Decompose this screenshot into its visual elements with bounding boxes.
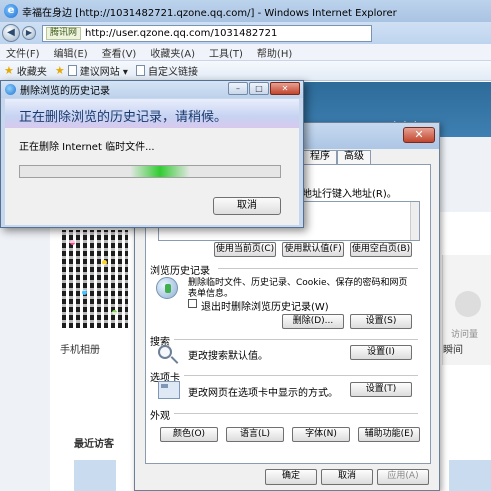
window-buttons: – □ ✕	[228, 82, 300, 95]
divider	[174, 413, 418, 414]
search-desc: 更改搜索默认值。	[188, 351, 268, 362]
qr-dot	[70, 240, 75, 245]
minimize-button[interactable]: –	[228, 82, 248, 95]
options-cancel-button[interactable]: 取消	[321, 469, 373, 485]
use-blank-button[interactable]: 使用空白页(B)	[350, 242, 412, 257]
search-settings-button[interactable]: 设置(I)	[350, 345, 412, 360]
visitor-avatar[interactable]	[74, 460, 116, 491]
qr-dot	[102, 260, 107, 265]
custom-links-link[interactable]: 自定义链接	[135, 63, 198, 78]
accessibility-button[interactable]: 辅助功能(E)	[358, 427, 420, 442]
recent-visitors-heading: 最近访客	[74, 439, 114, 450]
progress-dialog-title: 删除浏览的历史记录	[20, 86, 110, 97]
history-settings-button[interactable]: 设置(S)	[350, 314, 412, 329]
qr-code-image	[62, 230, 128, 328]
tabs-settings-button[interactable]: 设置(T)	[350, 382, 412, 397]
favorites-bar: ★ 收藏夹 ★ 建议网站 ▾ 自定义链接	[0, 61, 491, 81]
menu-bar: 文件(F) 编辑(E) 查看(V) 收藏夹(A) 工具(T) 帮助(H)	[0, 44, 491, 61]
page-icon	[135, 65, 145, 76]
qr-dot	[112, 310, 117, 315]
options-tabs: 程序 高级	[303, 150, 371, 164]
cancel-button[interactable]: 取消	[213, 197, 281, 215]
languages-button[interactable]: 语言(L)	[226, 427, 284, 442]
close-button[interactable]: ✕	[270, 82, 300, 95]
right-side-panel: 访问量 瞬间	[442, 255, 491, 365]
progress-marquee	[130, 166, 190, 177]
fonts-button[interactable]: 字体(N)	[292, 427, 350, 442]
ok-button[interactable]: 确定	[265, 469, 317, 485]
visitor-avatar[interactable]	[449, 460, 491, 491]
colors-button[interactable]: 颜色(O)	[160, 427, 218, 442]
window-title: 幸福在身边 [http://1031482721.qzone.qq.com/] …	[22, 7, 397, 19]
progress-heading-bar: 正在删除浏览的历史记录，请稍候。	[5, 99, 299, 128]
delete-history-progress-dialog: 删除浏览的历史记录 – □ ✕ 正在删除浏览的历史记录，请稍候。 正在删除 In…	[0, 80, 304, 228]
site-tag: 腾讯网	[46, 26, 82, 40]
history-globe-icon	[156, 277, 178, 299]
tabs-window-icon	[158, 381, 180, 399]
mobile-album-link[interactable]: 手机相册	[60, 341, 100, 356]
delete-on-exit-checkbox[interactable]	[188, 299, 197, 308]
back-button[interactable]: ◀	[2, 24, 20, 42]
progress-heading: 正在删除浏览的历史记录，请稍候。	[19, 110, 228, 125]
star-icon: ★	[4, 64, 14, 77]
menu-help[interactable]: 帮助(H)	[257, 45, 292, 60]
divider	[174, 339, 418, 340]
tabs-desc: 更改网页在选项卡中显示的方式。	[188, 388, 338, 399]
divider	[184, 375, 418, 376]
visit-circle-icon	[455, 291, 481, 317]
address-row: ◀ ▶ 腾讯网 http://user.qzone.qq.com/1031482…	[0, 22, 491, 44]
use-default-button[interactable]: 使用默认值(F)	[282, 242, 344, 257]
appearance-heading: 外观	[150, 411, 170, 422]
menu-favorites[interactable]: 收藏夹(A)	[150, 45, 195, 60]
search-magnifier-icon	[158, 345, 172, 359]
tab-advanced[interactable]: 高级	[337, 150, 371, 164]
progress-title-bar: 删除浏览的历史记录 – □ ✕	[1, 81, 303, 98]
tab-programs[interactable]: 程序	[303, 150, 337, 164]
browser-title-bar: e 幸福在身边 [http://1031482721.qzone.qq.com/…	[0, 0, 491, 22]
homepage-hint: 地址行键入地址(R)。	[302, 189, 397, 200]
menu-view[interactable]: 查看(V)	[102, 45, 137, 60]
ie-icon	[5, 84, 16, 95]
progress-bar	[19, 165, 281, 178]
qr-dot	[82, 290, 87, 295]
delete-on-exit-label: 退出时删除浏览历史记录(W)	[201, 302, 329, 313]
address-url[interactable]: http://user.qzone.qq.com/1031482721	[85, 28, 277, 39]
use-current-button[interactable]: 使用当前页(C)	[214, 242, 276, 257]
maximize-button[interactable]: □	[249, 82, 269, 95]
delete-history-button[interactable]: 删除(D)...	[282, 314, 344, 329]
close-button[interactable]: ✕	[403, 127, 435, 143]
page-icon	[67, 65, 77, 76]
menu-edit[interactable]: 编辑(E)	[54, 45, 88, 60]
moment-link[interactable]: 瞬间	[443, 341, 463, 356]
menu-file[interactable]: 文件(F)	[6, 45, 40, 60]
ie-logo-icon: e	[4, 4, 18, 18]
apply-button[interactable]: 应用(A)	[377, 469, 429, 485]
scrollbar[interactable]	[410, 202, 419, 240]
forward-button[interactable]: ▶	[22, 26, 36, 40]
suggested-sites-label: 建议网站 ▾	[79, 67, 128, 78]
custom-links-label: 自定义链接	[147, 67, 198, 78]
menu-tools[interactable]: 工具(T)	[209, 45, 243, 60]
address-bar[interactable]: 腾讯网 http://user.qzone.qq.com/1031482721	[42, 24, 372, 42]
progress-status-text: 正在删除 Internet 临时文件...	[19, 142, 155, 153]
visit-count-label: 访问量	[451, 330, 479, 340]
favorites-button[interactable]: ★ 收藏夹	[4, 63, 47, 78]
suggested-sites-link[interactable]: ★ 建议网站 ▾	[55, 63, 128, 78]
add-favorite-icon: ★	[54, 64, 65, 77]
divider	[218, 268, 418, 269]
favorites-label: 收藏夹	[16, 67, 47, 78]
progress-body: 正在删除 Internet 临时文件... 取消	[5, 128, 299, 225]
